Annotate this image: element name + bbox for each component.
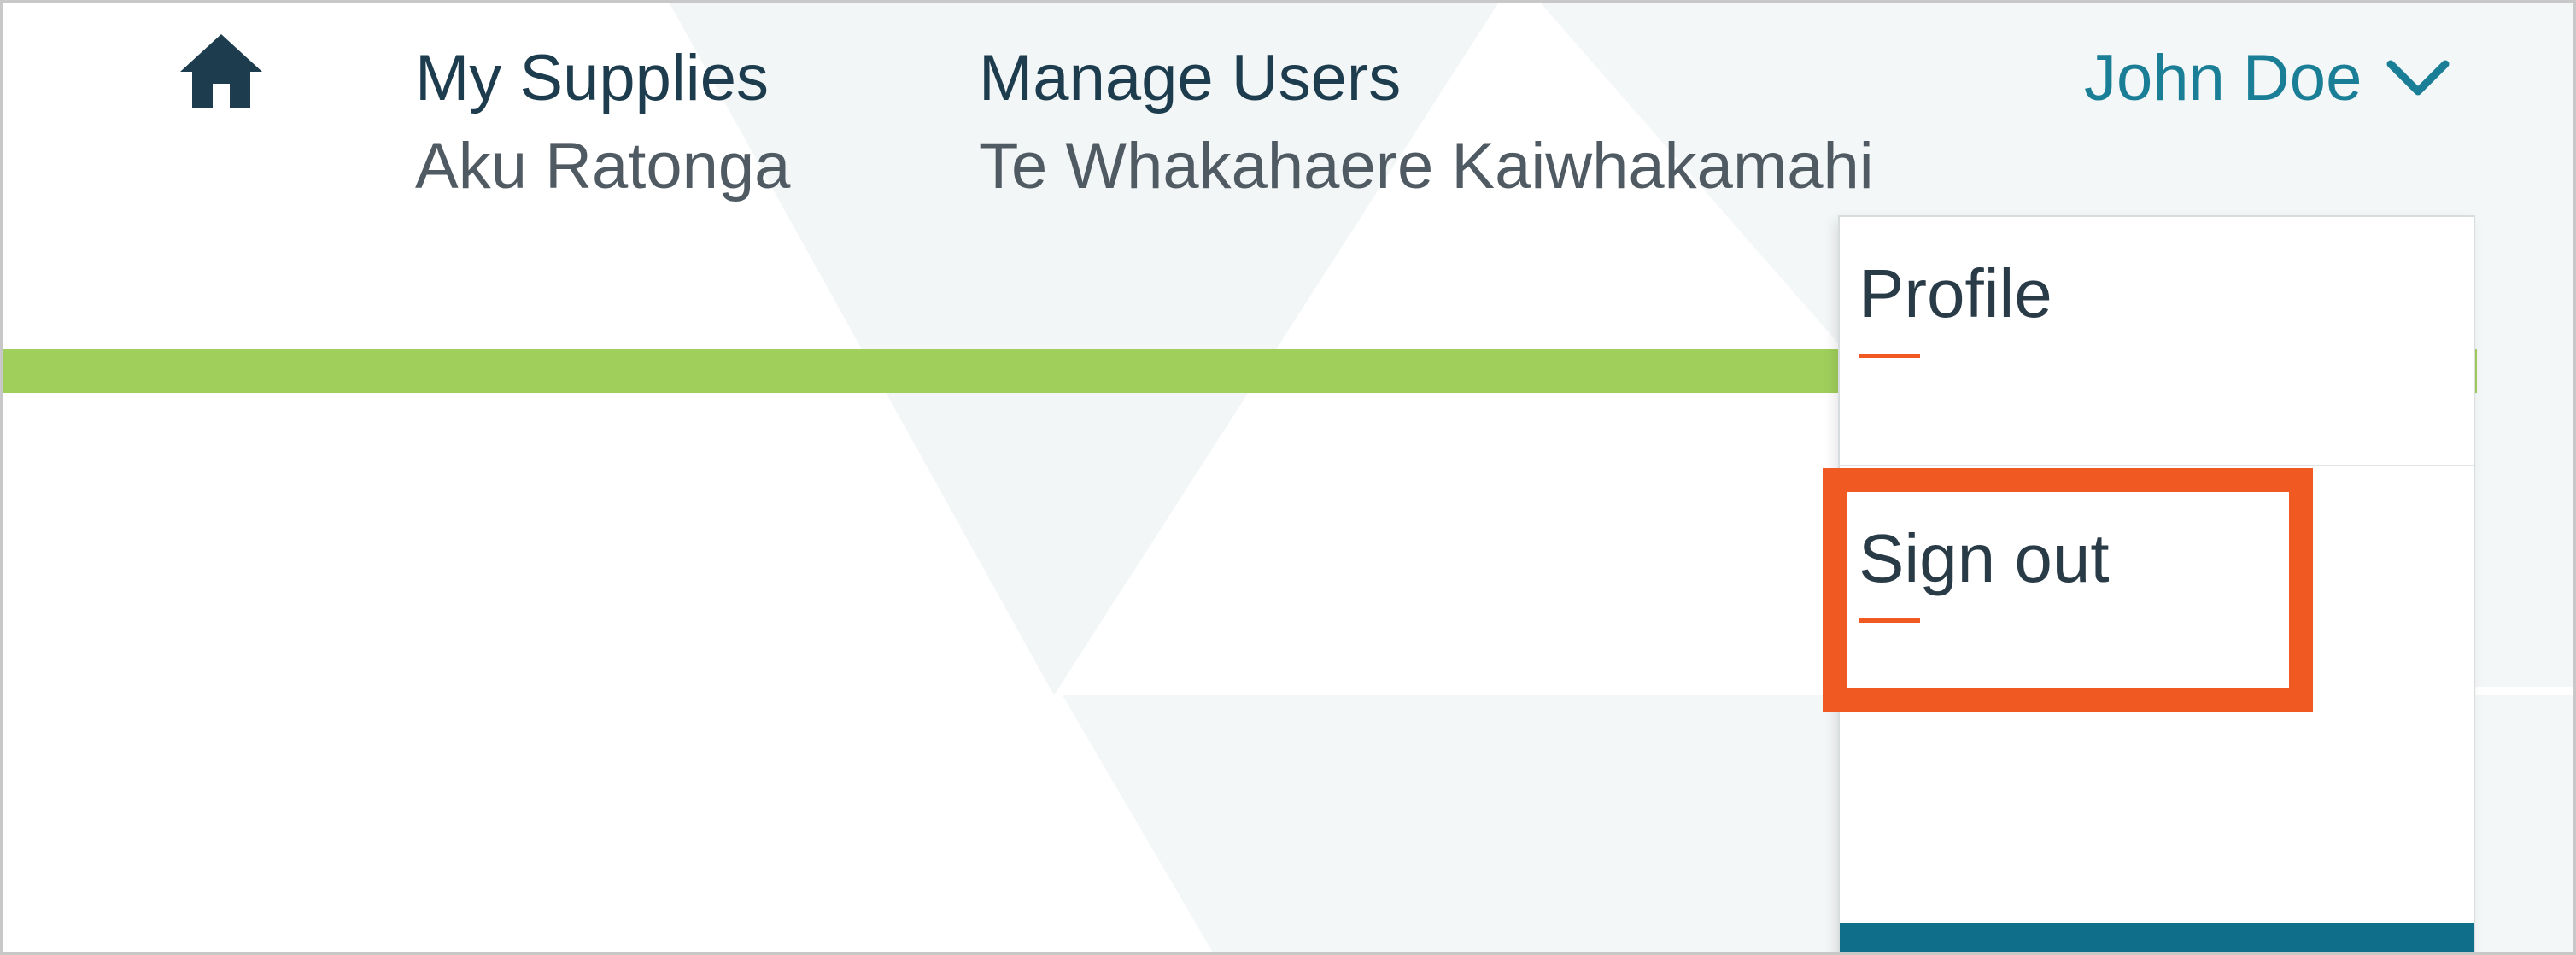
nav-my-supplies-sublabel: Aku Ratonga — [415, 130, 791, 202]
chevron-down-icon — [2386, 57, 2450, 100]
nav-manage-users-label: Manage Users — [979, 42, 1402, 114]
menu-item-profile-label: Profile — [1859, 255, 2052, 331]
menu-item-sign-out[interactable]: Sign out — [1859, 518, 2110, 623]
menu-item-sign-out-label: Sign out — [1859, 520, 2110, 596]
nav-my-supplies-label: My Supplies — [415, 42, 769, 114]
nav-manage-users-sublabel: Te Whakahaere Kaiwhakamahi — [979, 130, 1874, 202]
nav-my-supplies[interactable]: My Supplies Aku Ratonga — [415, 38, 790, 214]
dropdown-footer-bar — [1840, 923, 2474, 952]
app-window: My Supplies Aku Ratonga Manage Users Te … — [0, 0, 2576, 955]
menu-divider — [1840, 465, 2474, 466]
user-name: John Doe — [2084, 42, 2362, 114]
home-icon — [180, 34, 262, 108]
menu-item-profile[interactable]: Profile — [1859, 253, 2052, 358]
nav-manage-users[interactable]: Manage Users Te Whakahaere Kaiwhakamahi — [979, 38, 1874, 214]
home-button[interactable] — [174, 27, 268, 113]
user-menu-toggle[interactable]: John Doe — [2084, 38, 2450, 120]
menu-item-underline — [1859, 354, 1920, 358]
user-dropdown-menu: Profile Sign out — [1838, 215, 2475, 952]
menu-item-underline — [1859, 618, 1920, 623]
